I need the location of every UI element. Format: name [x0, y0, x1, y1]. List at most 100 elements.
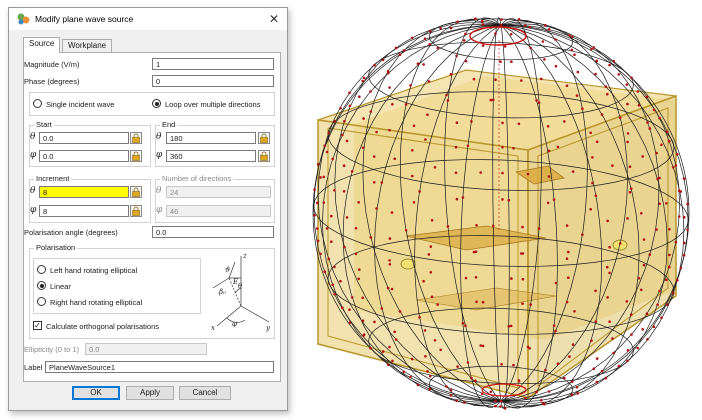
lock-icon[interactable]	[130, 186, 142, 198]
direction-point	[475, 300, 478, 304]
direction-point	[348, 308, 351, 312]
lock-icon[interactable]	[258, 132, 270, 144]
direction-point	[373, 320, 376, 324]
direction-point	[339, 107, 342, 110]
polarisation-angle-input[interactable]: 0.0	[152, 226, 274, 238]
direction-point	[594, 194, 598, 197]
direction-point	[426, 113, 429, 116]
start-theta-input[interactable]: 0.0	[39, 132, 129, 144]
label-input[interactable]: PlaneWaveSource1	[45, 361, 274, 373]
right-hand-label: Right hand rotating elliptical	[50, 298, 143, 307]
left-hand-radio[interactable]	[37, 265, 46, 274]
magnitude-input[interactable]: 1	[152, 58, 274, 70]
close-icon[interactable]: ✕	[267, 12, 281, 26]
direction-point	[544, 23, 547, 27]
direction-point	[512, 363, 515, 367]
direction-point	[464, 276, 468, 280]
direction-point	[524, 396, 527, 400]
end-phi-input[interactable]: 360	[166, 150, 256, 162]
direction-point	[470, 120, 473, 123]
direction-point	[481, 344, 485, 348]
apply-button[interactable]: Apply	[126, 386, 174, 400]
ok-button[interactable]: OK	[72, 386, 120, 400]
direction-point	[571, 170, 575, 173]
lock-icon[interactable]	[130, 132, 142, 144]
3d-scene[interactable]	[296, 0, 702, 418]
direction-point	[439, 27, 442, 30]
start-phi-input[interactable]: 0.0	[39, 150, 129, 162]
svg-text:φ: φ	[232, 320, 237, 328]
phase-input[interactable]: 0	[152, 75, 274, 87]
direction-point	[520, 79, 523, 82]
direction-point	[394, 338, 398, 341]
direction-point	[501, 198, 504, 201]
direction-point	[445, 93, 448, 97]
direction-point	[388, 128, 391, 132]
polarisation-angle-label: Polarisation angle (degrees)	[24, 228, 118, 237]
direction-point	[600, 113, 604, 116]
lock-icon[interactable]	[130, 150, 142, 162]
direction-point	[424, 138, 427, 141]
direction-point	[501, 171, 504, 175]
direction-point	[341, 133, 344, 137]
direction-point	[571, 343, 575, 346]
direction-point	[455, 399, 458, 403]
direction-point	[480, 392, 484, 396]
direction-point	[449, 394, 453, 397]
direction-point	[372, 181, 376, 184]
direction-point	[501, 121, 504, 125]
direction-point	[322, 201, 326, 204]
direction-point	[612, 59, 615, 63]
direction-point	[391, 359, 394, 363]
direction-point	[510, 277, 513, 280]
direction-point	[456, 20, 459, 24]
direction-point	[640, 212, 643, 215]
direction-point	[369, 90, 372, 93]
direction-point	[668, 253, 671, 257]
linear-radio[interactable]	[37, 281, 46, 290]
direction-point	[428, 387, 432, 391]
direction-point	[636, 346, 640, 350]
direction-point	[404, 103, 408, 106]
single-wave-radio[interactable]	[33, 99, 42, 108]
direction-point	[528, 25, 531, 29]
direction-point	[524, 24, 527, 27]
phi-symbol: φ	[156, 150, 163, 160]
direction-point	[462, 401, 466, 404]
num-directions-theta: 24	[166, 186, 271, 198]
direction-point	[327, 257, 330, 261]
tab-workplane[interactable]: Workplane	[62, 39, 113, 52]
right-hand-radio[interactable]	[37, 297, 46, 306]
3d-viewport[interactable]	[296, 0, 702, 418]
loop-directions-radio[interactable]	[152, 99, 161, 108]
direction-point	[325, 150, 329, 154]
direction-point	[540, 77, 543, 81]
direction-point	[507, 324, 511, 328]
direction-point	[412, 201, 416, 204]
direction-point	[424, 355, 427, 358]
direction-point	[402, 49, 406, 52]
lock-icon[interactable]	[258, 150, 270, 162]
end-theta-input[interactable]: 180	[166, 132, 256, 144]
direction-point	[402, 370, 406, 374]
theta-symbol: θ	[30, 132, 36, 142]
direction-point	[656, 303, 659, 307]
lock-icon[interactable]	[130, 205, 142, 217]
cancel-button[interactable]: Cancel	[179, 386, 231, 400]
increment-theta-input[interactable]: 8	[39, 186, 129, 198]
direction-point	[464, 59, 468, 63]
tab-source[interactable]: Source	[23, 37, 61, 53]
direction-point	[544, 368, 547, 372]
direction-point	[655, 228, 658, 231]
direction-point	[595, 59, 599, 63]
polarisation-diagram: z y x θ φ ϑ E β₀	[211, 252, 271, 332]
direction-point	[552, 198, 556, 201]
direction-point	[546, 201, 550, 205]
increment-phi-input[interactable]: 8	[39, 205, 129, 217]
direction-point	[409, 84, 412, 87]
direction-point	[345, 216, 349, 219]
direction-point	[581, 233, 584, 236]
direction-point	[658, 176, 661, 180]
orthogonal-checkbox[interactable]: ✓	[33, 321, 42, 330]
direction-point	[474, 379, 477, 383]
